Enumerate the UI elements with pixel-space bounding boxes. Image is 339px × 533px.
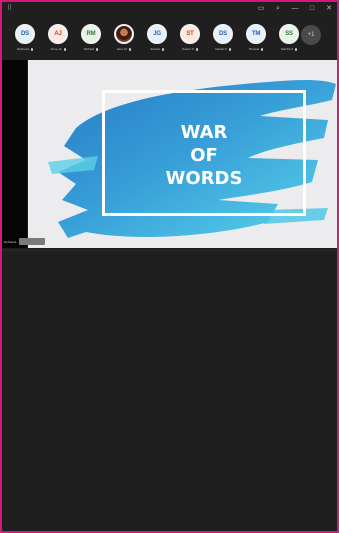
slide-title-line: WAR — [180, 122, 228, 143]
mic-icon — [228, 47, 231, 51]
mic-icon — [196, 47, 198, 51]
participant-name-row: Sam Ch — [111, 47, 137, 51]
participant-name: Sandra S — [280, 47, 294, 51]
shared-slide: WAR OF WORDS — [28, 60, 337, 248]
avatar: JG — [147, 24, 167, 44]
presenter-name: DeSouza — [4, 239, 17, 244]
participant-tile[interactable]: JG Jessica — [144, 24, 170, 58]
participant-name-row: Sandra S — [276, 47, 302, 51]
presenter-label-row: DeSouza — [4, 238, 46, 245]
participant-name-row: Daniel S — [210, 47, 236, 51]
avatar: TM — [246, 24, 266, 44]
avatar: DS — [213, 24, 233, 44]
mic-icon — [261, 47, 264, 51]
participant-strip: DS DeSouza AJ Anne Ja RM Richard Sam Ch JG Jessi… — [12, 24, 302, 58]
avatar — [114, 24, 134, 44]
participant-tile[interactable]: ST Susan Tr — [177, 24, 203, 58]
participant-name: Richard — [83, 47, 95, 51]
participant-name-row: Richard — [78, 47, 104, 51]
more-participants-button[interactable]: +1 — [301, 25, 321, 45]
participant-name-row: Susan Tr — [177, 47, 203, 51]
avatar: SS — [279, 24, 299, 44]
participant-tile[interactable]: DS DeSouza — [12, 24, 38, 58]
participant-name-row: Anne Ja — [45, 47, 71, 51]
participant-tile[interactable]: SS Sandra S — [276, 24, 302, 58]
participant-tile[interactable]: Sam Ch — [111, 24, 137, 58]
mic-icon — [162, 47, 164, 51]
participant-name-row: Thomas — [243, 47, 269, 51]
slide-title: WAR OF WORDS — [105, 121, 303, 190]
mic-icon — [31, 47, 34, 51]
stage-side-panel — [2, 60, 27, 248]
participant-name: Thomas — [248, 47, 260, 51]
participant-name: Susan Tr — [181, 47, 194, 51]
avatar: RM — [81, 24, 101, 44]
mic-icon — [295, 47, 298, 51]
stage-divider — [2, 250, 337, 251]
participant-name-row: DeSouza — [12, 47, 38, 51]
participant-name-row: Jessica — [144, 47, 170, 51]
slide-title-line: OF — [190, 145, 218, 166]
mic-icon — [96, 47, 99, 51]
participant-name: Jessica — [149, 47, 160, 51]
participant-name: DeSouza — [16, 47, 30, 51]
slide-title-box: WAR OF WORDS — [102, 90, 306, 216]
window-controls: ▭ ⌕ — □ ✕ — [257, 5, 333, 13]
minimize-icon[interactable]: — — [291, 5, 299, 13]
avatar: ST — [180, 24, 200, 44]
participant-tile[interactable]: TM Thomas — [243, 24, 269, 58]
presenter-status-bar — [19, 238, 46, 245]
mic-icon — [129, 47, 132, 51]
avatar: DS — [15, 24, 35, 44]
participant-name: Anne Ja — [50, 47, 62, 51]
layout-icon[interactable]: ▭ — [257, 5, 265, 13]
participant-tile[interactable]: DS Daniel S — [210, 24, 236, 58]
participant-tile[interactable]: RM Richard — [78, 24, 104, 58]
avatar: AJ — [48, 24, 68, 44]
participant-name: Sam Ch — [116, 47, 128, 51]
mic-icon — [63, 47, 66, 51]
maximize-icon[interactable]: □ — [308, 5, 316, 13]
close-icon[interactable]: ✕ — [325, 5, 333, 13]
participant-tile[interactable]: AJ Anne Ja — [45, 24, 71, 58]
search-icon[interactable]: ⌕ — [274, 5, 282, 13]
app-menu-icon[interactable]: ⠿ — [7, 5, 15, 13]
meeting-window: ⠿ ▭ ⌕ — □ ✕ DS DeSouza AJ Anne Ja RM Richard Sam C… — [0, 0, 339, 533]
participant-name: Daniel S — [215, 47, 227, 51]
slide-title-line: WORDS — [165, 168, 243, 189]
title-bar: ⠿ ▭ ⌕ — □ ✕ — [2, 2, 337, 18]
